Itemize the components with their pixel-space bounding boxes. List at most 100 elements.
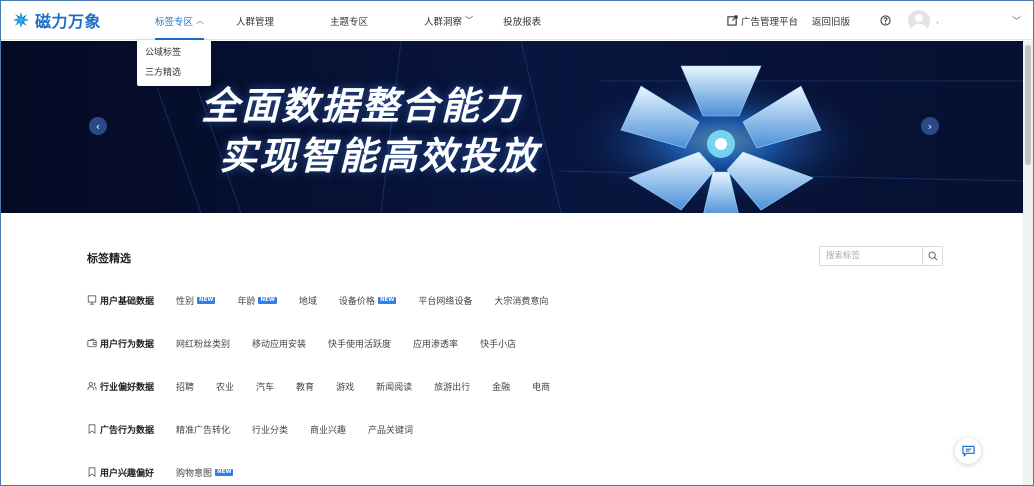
nav-topic-zone[interactable]: 主题专区 [322,1,376,40]
tag-label: 移动应用安装 [252,339,307,350]
nav-audience-insight[interactable]: 人群洞察 ﹀ [416,1,481,40]
tag-label: 农业 [216,382,235,393]
tag-label: 行业分类 [252,425,289,436]
category-row-user-basic: 用户基础数据 性别 NEW 年龄 NEW 地域 设备价格 NEW 平台网络设备 大宗消… [87,292,570,308]
tag-label: 旅游出行 [434,382,471,393]
dropdown-item-public-tags[interactable]: 公域标签 [137,43,211,63]
tag-list: 招聘 农业 汽车 教育 游戏 新闻阅读 旅游出行 金融 电商 [176,380,572,393]
tag-item[interactable]: 应用渗透率 [413,337,458,350]
main-nav: 标签专区 ︿ 人群管理 主题专区 人群洞察 ﹀ 投放报表 [147,1,549,40]
tag-item[interactable]: 金融 [492,380,510,393]
brand-name: 磁力万象 [35,12,102,31]
help-icon [880,15,891,26]
tag-label: 快手小店 [480,339,517,350]
dropdown-item-third-party[interactable]: 三方精选 [137,63,211,83]
category-title: 用户行为数据 [100,339,155,350]
tag-item[interactable]: 性别 NEW [176,294,216,307]
category-row-ad-behavior: 广告行为数据 精准广告转化 行业分类 商业兴趣 产品关键词 [87,421,435,437]
nav-audience-manage[interactable]: 人群管理 [228,1,282,40]
tag-item[interactable]: 农业 [216,380,234,393]
tag-label: 商业兴趣 [310,425,347,436]
tag-label: 快手使用活跃度 [328,339,392,350]
carousel-next-button[interactable]: › [921,117,939,135]
tag-label: 电商 [532,382,551,393]
tag-item[interactable]: 汽车 [256,380,274,393]
tag-item[interactable]: 快手小店 [480,337,516,350]
ad-platform-label: 广告管理平台 [740,16,798,28]
chevron-up-icon: ︿ [196,15,205,25]
tag-item[interactable]: 网红粉丝类别 [176,337,230,350]
back-old-version-link[interactable]: 返回旧版 [812,14,850,28]
tag-item[interactable]: 精准广告转化 [176,423,230,436]
tag-item[interactable]: 购物意图 NEW [176,466,234,479]
tag-item[interactable]: 年龄 NEW [237,294,277,307]
tag-label: 大宗消费意向 [494,296,549,307]
tag-item[interactable]: 设备价格 NEW [338,294,397,307]
banner-line-2: 实现智能高效投放 [219,134,540,178]
bookmark-icon [88,467,96,477]
tag-label: 应用渗透率 [413,339,459,350]
nav-item-label: 主题专区 [330,16,369,28]
carousel-prev-button[interactable]: ‹ [89,117,107,135]
tag-zone-dropdown: 公域标签 三方精选 [137,40,211,86]
monitor-icon [87,295,97,305]
tag-item[interactable]: 商业兴趣 [310,423,346,436]
search-icon [928,251,938,261]
nav-item-label: 人群洞察 [424,16,463,28]
nav-item-label: 标签专区 [155,16,194,28]
top-header: 磁力万象 标签专区 ︿ 人群管理 主题专区 人群洞察 ﹀ 投放报表 广告管理平台… [1,1,1033,40]
nav-tag-zone[interactable]: 标签专区 ︿ [147,1,212,40]
chevron-left-icon: ‹ [95,119,101,133]
nav-item-label: 投放报表 [503,16,542,28]
tag-item[interactable]: 移动应用安装 [252,337,306,350]
new-badge: NEW [258,296,277,304]
users-icon [87,382,97,390]
brand-logo-icon [13,12,29,28]
tag-list: 购物意图 NEW [176,466,255,479]
tag-search-input[interactable] [820,247,922,265]
ad-platform-link[interactable]: 广告管理平台 [727,14,798,28]
banner-line-1: 全面数据整合能力 [201,84,522,128]
tag-list: 性别 NEW 年龄 NEW 地域 设备价格 NEW 平台网络设备 大宗消费意向 [176,294,570,307]
wallet-icon [87,338,97,348]
tag-item[interactable]: 大宗消费意向 [494,294,548,307]
tag-item[interactable]: 教育 [296,380,314,393]
user-name: 、 [935,16,944,25]
nav-delivery-report[interactable]: 投放报表 [495,1,549,40]
header-right: 广告管理平台 返回旧版 、 ﹀ [713,1,1021,40]
tag-item[interactable]: 电商 [532,380,550,393]
tag-item[interactable]: 快手使用活跃度 [328,337,391,350]
category-title: 用户兴趣偏好 [100,468,155,479]
tag-item[interactable]: 游戏 [336,380,354,393]
tag-label: 平台网络设备 [418,296,473,307]
tag-item[interactable]: 行业分类 [252,423,288,436]
tag-label: 金融 [492,382,511,393]
category-title: 行业偏好数据 [100,382,155,393]
tag-item[interactable]: 旅游出行 [434,380,470,393]
tag-item[interactable]: 地域 [299,294,317,307]
tag-label: 精准广告转化 [176,425,231,436]
chevron-right-icon: › [927,119,933,133]
page-scrollbar[interactable] [1023,41,1033,485]
tag-label: 教育 [296,382,315,393]
tag-item[interactable]: 产品关键词 [368,423,413,436]
tag-item[interactable]: 新闻阅读 [376,380,412,393]
tag-label: 设备价格 [338,296,375,307]
help-button[interactable] [880,15,894,26]
avatar[interactable] [907,9,930,32]
tag-label: 新闻阅读 [376,382,413,393]
chat-support-button[interactable] [955,438,981,464]
brand-logo[interactable]: 磁力万象 [11,9,101,31]
tag-item[interactable]: 招聘 [176,380,194,393]
account-chevron-down-icon[interactable]: ﹀ [1012,14,1021,27]
nav-item-label: 人群管理 [236,16,275,28]
tag-label: 招聘 [176,382,195,393]
tag-item[interactable]: 平台网络设备 [418,294,472,307]
scrollbar-thumb[interactable] [1025,45,1031,165]
tag-search-box [819,246,943,266]
banner-headline: 全面数据整合能力 实现智能高效投放 [201,81,539,181]
tag-label: 汽车 [256,382,275,393]
category-row-industry-pref: 行业偏好数据 招聘 农业 汽车 教育 游戏 新闻阅读 旅游出行 金融 电商 [87,378,572,394]
search-button[interactable] [922,247,942,265]
new-badge: NEW [377,296,397,304]
